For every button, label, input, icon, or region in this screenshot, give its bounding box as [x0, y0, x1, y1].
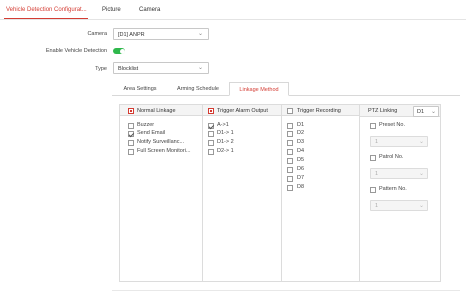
column-separator	[281, 105, 282, 281]
subtab-linkage-method[interactable]: Linkage Method	[229, 82, 289, 96]
send-email-label: Send Email	[137, 130, 166, 136]
recording-d5-label: D5	[297, 157, 305, 163]
enable-vehicle-detection-toggle[interactable]	[113, 48, 125, 54]
pattern-label: Pattern No.	[379, 186, 407, 192]
alarm-output-a1-label: A->1	[217, 122, 229, 128]
alarm-output-d2-1-label: D2-> 1	[217, 148, 234, 154]
type-label: Type	[95, 66, 107, 72]
ptz-title: PTZ Linking	[368, 107, 398, 114]
recording-d2-label: D2	[297, 130, 305, 136]
preset-select[interactable]: 1 ⌄	[370, 136, 428, 147]
ptz-channel-value: D1	[417, 109, 425, 115]
send-email-checkbox[interactable]	[128, 131, 134, 137]
recording-select-all[interactable]	[287, 107, 293, 114]
buzzer-checkbox[interactable]	[128, 123, 134, 129]
full-screen-monitoring-checkbox[interactable]	[128, 149, 134, 155]
type-select[interactable]: Blocklist ⌄	[113, 62, 209, 74]
tab-picture[interactable]: Picture	[102, 7, 121, 13]
chevron-down-icon: ⌄	[430, 109, 436, 115]
recording-d8-checkbox[interactable]	[287, 185, 293, 191]
camera-select-value: [D1] ANPR	[118, 31, 145, 38]
recording-title: Trigger Recording	[297, 107, 341, 114]
recording-d2-checkbox[interactable]	[287, 131, 293, 137]
camera-select[interactable]: [D1] ANPR ⌄	[113, 28, 209, 40]
patrol-label: Patrol No.	[379, 154, 404, 160]
normal-linkage-title: Normal Linkage	[137, 107, 176, 114]
type-select-value: Blocklist	[118, 65, 139, 72]
chevron-down-icon: ⌄	[197, 31, 203, 37]
normal-linkage-select-all[interactable]	[128, 107, 134, 114]
alarm-output-header: Trigger Alarm Output	[202, 105, 281, 116]
preset-checkbox[interactable]	[370, 123, 376, 129]
tab-divider	[0, 19, 466, 20]
alarm-output-d1-1-label: D1-> 1	[217, 130, 234, 136]
chevron-down-icon: ⌄	[197, 65, 203, 71]
recording-d3-checkbox[interactable]	[287, 140, 293, 146]
pattern-select[interactable]: 1 ⌄	[370, 200, 428, 211]
recording-d6-label: D6	[297, 166, 305, 172]
alarm-output-a1-checkbox[interactable]	[208, 123, 214, 129]
pattern-select-value: 1	[375, 203, 379, 209]
ptz-channel-select[interactable]: D1 ⌄	[413, 106, 439, 117]
pattern-checkbox[interactable]	[370, 187, 376, 193]
patrol-select-value: 1	[375, 171, 379, 177]
recording-d5-checkbox[interactable]	[287, 158, 293, 164]
recording-d1-checkbox[interactable]	[287, 123, 293, 129]
recording-d8-label: D8	[297, 184, 305, 190]
notify-surveillance-checkbox[interactable]	[128, 140, 134, 146]
tab-camera[interactable]: Camera	[139, 7, 160, 13]
preset-select-value: 1	[375, 139, 379, 145]
recording-d4-label: D4	[297, 148, 305, 154]
chevron-down-icon: ⌄	[418, 171, 424, 177]
patrol-select[interactable]: 1 ⌄	[370, 168, 428, 179]
camera-label: Camera	[87, 31, 107, 37]
chevron-down-icon: ⌄	[418, 203, 424, 209]
buzzer-label: Buzzer	[137, 122, 155, 128]
notify-surveillance-label: Notify Surveillanc...	[137, 139, 185, 145]
footer-divider	[112, 290, 460, 291]
alarm-output-d1-2-label: D1-> 2	[217, 139, 234, 145]
normal-linkage-header: Normal Linkage	[120, 105, 202, 116]
enable-vehicle-detection-label: Enable Vehicle Detection	[45, 48, 107, 54]
linkage-panel: Normal Linkage Trigger Alarm Output Trig…	[119, 104, 441, 282]
column-separator	[359, 105, 360, 281]
alarm-output-select-all[interactable]	[208, 107, 214, 114]
recording-d7-checkbox[interactable]	[287, 176, 293, 182]
tab-vehicle-detection[interactable]: Vehicle Detection Configurat...	[6, 7, 87, 13]
recording-d7-label: D7	[297, 175, 305, 181]
alarm-output-d1-2-checkbox[interactable]	[208, 140, 214, 146]
full-screen-monitoring-label: Full Screen Monitori...	[137, 148, 191, 154]
column-separator	[202, 105, 203, 281]
recording-d4-checkbox[interactable]	[287, 149, 293, 155]
recording-d1-label: D1	[297, 122, 305, 128]
recording-d3-label: D3	[297, 139, 305, 145]
alarm-output-title: Trigger Alarm Output	[217, 107, 268, 114]
subtab-arming-schedule[interactable]: Arming Schedule	[171, 82, 225, 96]
recording-header: Trigger Recording	[281, 105, 359, 116]
subtab-area-settings[interactable]: Area Settings	[117, 82, 163, 96]
preset-label: Preset No.	[379, 122, 405, 128]
alarm-output-d1-1-checkbox[interactable]	[208, 131, 214, 137]
patrol-checkbox[interactable]	[370, 155, 376, 161]
recording-d6-checkbox[interactable]	[287, 167, 293, 173]
alarm-output-d2-1-checkbox[interactable]	[208, 149, 214, 155]
chevron-down-icon: ⌄	[418, 139, 424, 145]
